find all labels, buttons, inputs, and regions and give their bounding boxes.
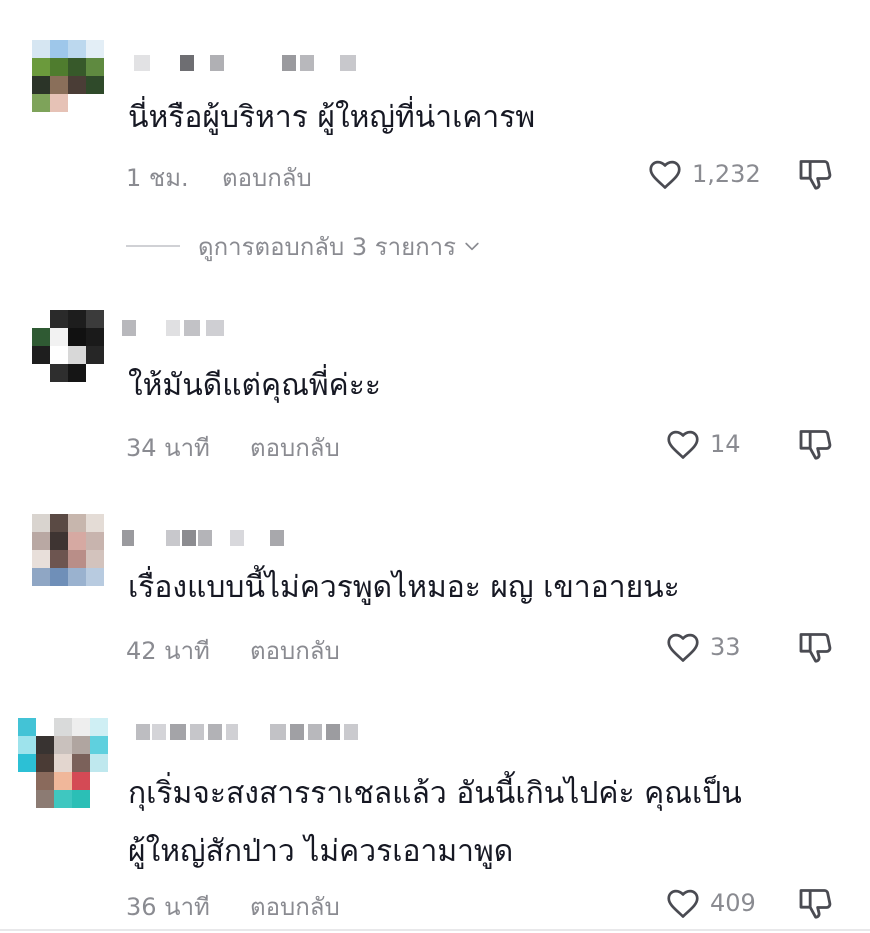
like-count: 33 — [710, 633, 741, 661]
avatar[interactable] — [32, 514, 104, 586]
comment-text: ให้มันดีแต่คุณพี่ค่ะะ — [128, 368, 381, 403]
dislike-button[interactable] — [796, 883, 836, 923]
like-button[interactable]: 33 — [664, 627, 741, 667]
view-replies-label: ดูการตอบกลับ 3 รายการ — [198, 232, 457, 261]
thumbs-down-outline-icon — [799, 633, 832, 663]
comment-time: 34 นาที — [126, 434, 210, 462]
like-count: 1,232 — [692, 160, 761, 188]
reply-button[interactable]: ตอบกลับ — [250, 428, 340, 467]
like-button[interactable]: 14 — [664, 424, 741, 464]
like-button[interactable]: 1,232 — [646, 154, 761, 194]
heart-outline-icon — [649, 160, 681, 189]
comment-time: 42 นาที — [126, 637, 210, 665]
like-count: 14 — [710, 430, 741, 458]
comment-text-line: กุเริ่มจะสงสารราเชลแล้ว อันนี้เกินไปค่ะ … — [128, 776, 742, 811]
comment-item: ให้มันดีแต่คุณพี่ค่ะะ 34 นาที ตอบกลับ 14 — [0, 270, 870, 490]
reply-button[interactable]: ตอบกลับ — [250, 631, 340, 670]
reply-button[interactable]: ตอบกลับ — [222, 158, 312, 197]
comment-text: เรื่องแบบนี้ไม่ควรพูดไหมอะ ผญ เขาอายนะ — [128, 570, 680, 605]
comment-item: นี่หรือผู้บริหาร ผู้ใหญ่ที่น่าเคารพ 1 ชม… — [0, 0, 870, 270]
thumbs-down-outline-icon — [799, 889, 832, 919]
view-replies-button[interactable]: ดูการตอบกลับ 3 รายการ — [126, 228, 482, 264]
heart-outline-icon — [667, 633, 699, 662]
avatar[interactable] — [14, 714, 122, 822]
thumbs-down-outline-icon — [799, 430, 832, 460]
like-count: 409 — [710, 889, 756, 917]
reply-button[interactable]: ตอบกลับ — [250, 887, 340, 926]
dislike-button[interactable] — [796, 424, 836, 464]
comment-text-line: ผู้ใหญ่สักป่าว ไม่ควรเอามาพูด — [128, 834, 514, 869]
comment-time: 1 ชม. — [126, 164, 189, 192]
thumbs-down-outline-icon — [799, 160, 832, 190]
comment-text: นี่หรือผู้บริหาร ผู้ใหญ่ที่น่าเคารพ — [128, 100, 536, 135]
chevron-down-icon — [465, 242, 479, 251]
comment-item: กุเริ่มจะสงสารราเชลแล้ว อันนี้เกินไปค่ะ … — [0, 690, 870, 933]
heart-outline-icon — [667, 430, 699, 459]
divider-line — [126, 245, 180, 247]
dislike-button[interactable] — [796, 154, 836, 194]
heart-outline-icon — [667, 889, 699, 918]
comment-text: กุเริ่มจะสงสารราเชลแล้ว อันนี้เกินไปค่ะ … — [128, 768, 808, 878]
comment-time: 36 นาที — [126, 893, 210, 921]
dislike-button[interactable] — [796, 627, 836, 667]
avatar[interactable] — [32, 310, 104, 382]
avatar[interactable] — [32, 40, 104, 112]
like-button[interactable]: 409 — [664, 883, 756, 923]
bottom-divider — [0, 929, 870, 931]
comment-item: เรื่องแบบนี้ไม่ควรพูดไหมอะ ผญ เขาอายนะ 4… — [0, 490, 870, 690]
